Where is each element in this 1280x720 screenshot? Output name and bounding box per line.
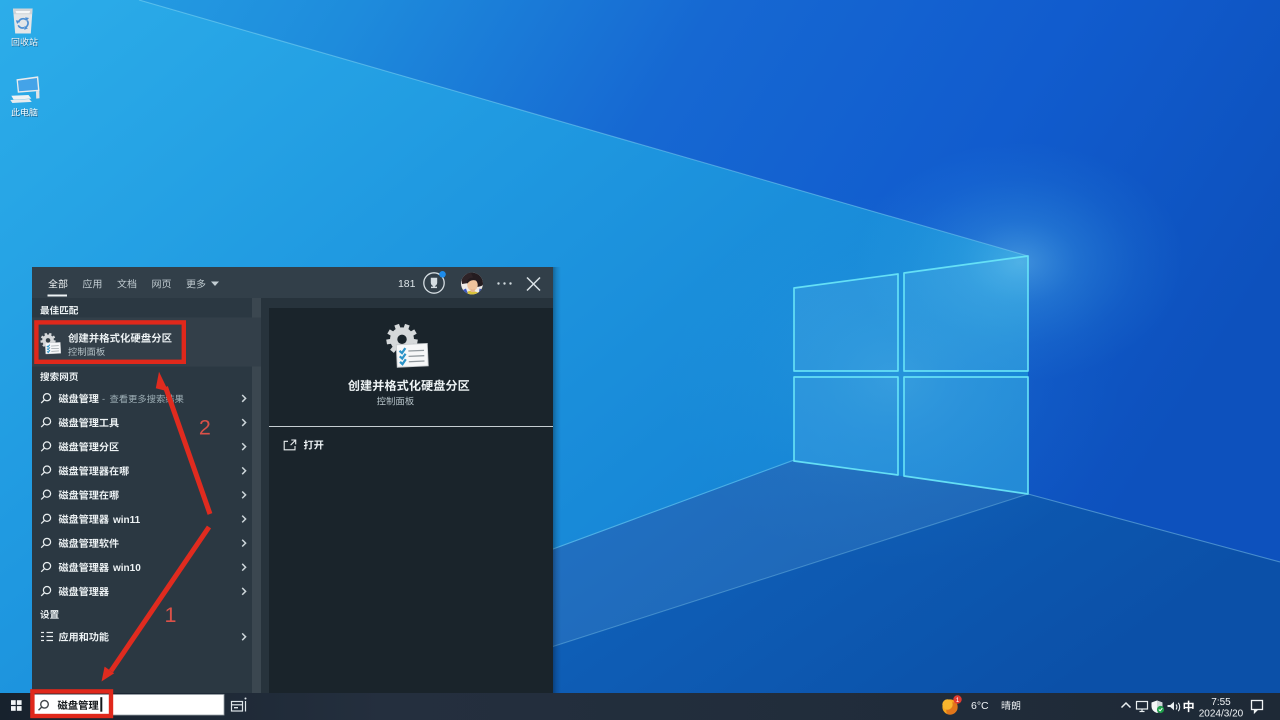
svg-text:7:55: 7:55 — [1211, 697, 1231, 708]
svg-text:1: 1 — [956, 697, 960, 704]
svg-text:-: - — [102, 394, 105, 404]
svg-text:win10: win10 — [112, 563, 141, 574]
svg-text:1: 1 — [165, 603, 177, 627]
svg-text:2: 2 — [199, 416, 211, 440]
svg-text:win11: win11 — [112, 515, 141, 526]
svg-text:6°C: 6°C — [971, 700, 989, 712]
svg-text:181: 181 — [398, 278, 416, 290]
svg-text:2024/3/20: 2024/3/20 — [1199, 709, 1244, 720]
